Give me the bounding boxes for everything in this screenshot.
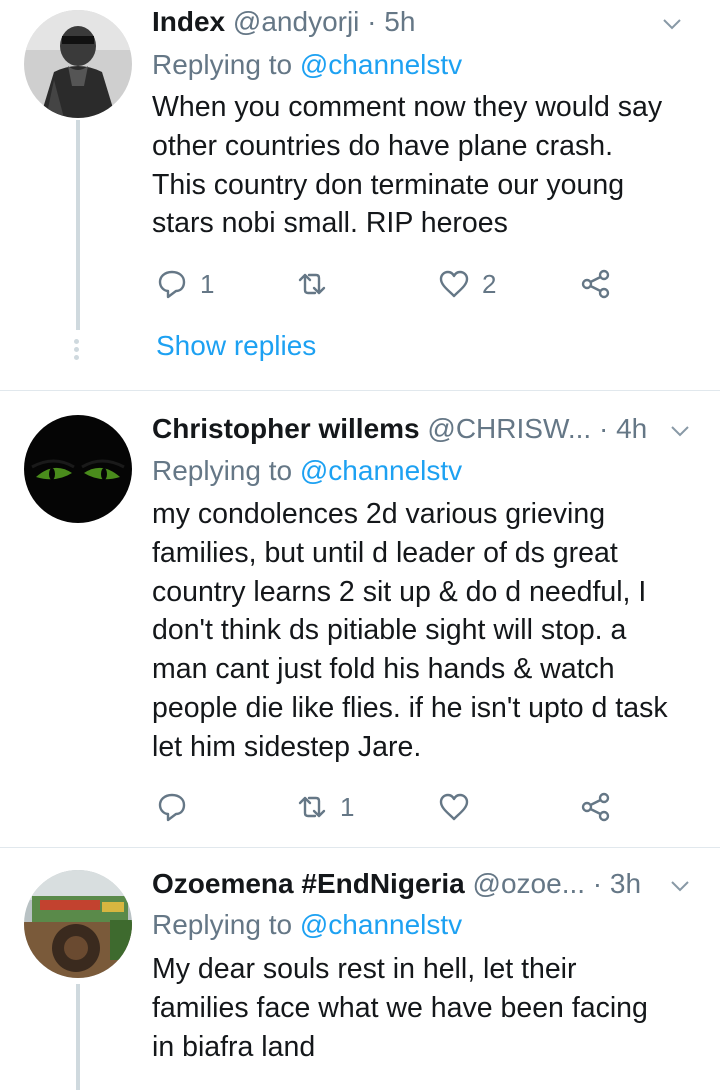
- tweet-header: Ozoemena #EndNigeria @ozoe... · 3h: [152, 864, 696, 904]
- display-name[interactable]: Ozoemena #EndNigeria: [152, 868, 465, 899]
- tweet-text-line: in biafra land: [152, 1030, 316, 1063]
- replying-to-label: Replying to: [152, 49, 300, 80]
- thread-line: [76, 120, 80, 330]
- tweet-text-line: families face what we have been facing: [152, 991, 648, 1024]
- username[interactable]: @ozoe...: [473, 868, 585, 899]
- tweet-text: My dear souls rest in hell, let their fa…: [152, 950, 702, 1066]
- tweet-text-line: my condolences 2d various grieving: [152, 498, 606, 530]
- avatar[interactable]: [24, 10, 132, 118]
- mention-link[interactable]: @channelstv: [300, 455, 462, 486]
- separator: ·: [591, 413, 617, 444]
- tweet-text-line: My dear souls rest in hell, let their: [152, 953, 577, 985]
- tweet-text-line: stars nobi small. RIP heroes: [152, 207, 508, 240]
- tweet-2[interactable]: Christopher willems @CHRISW... · 4h Repl…: [0, 391, 720, 847]
- like-button[interactable]: 2: [438, 264, 496, 304]
- tweet-text-line: other countries do have plane crash.: [152, 129, 614, 162]
- chevron-down-icon[interactable]: [670, 421, 690, 441]
- timestamp[interactable]: 3h: [610, 868, 641, 899]
- replying-to: Replying to @channelstv: [152, 906, 462, 944]
- tweet-text-line: let him sidestep Jare.: [152, 730, 422, 763]
- retweet-icon: [298, 273, 326, 295]
- tweet-text-line: country learns 2 sit up & do d needful, …: [152, 575, 647, 608]
- thread-more-dots: [74, 336, 79, 363]
- display-name[interactable]: Christopher willems: [152, 413, 420, 444]
- retweet-icon: [298, 796, 326, 818]
- tweet-text-line: man cant just fold his hands & watch: [152, 653, 615, 686]
- username[interactable]: @CHRISW...: [427, 413, 591, 444]
- separator: ·: [585, 868, 610, 899]
- action-bar: 1: [152, 787, 672, 827]
- replying-to-label: Replying to: [152, 455, 300, 486]
- chevron-down-icon[interactable]: [662, 14, 682, 34]
- replying-to-label: Replying to: [152, 909, 300, 940]
- replying-to: Replying to @channelstv: [152, 46, 462, 84]
- mention-link[interactable]: @channelstv: [300, 909, 462, 940]
- replying-to: Replying to @channelstv: [152, 452, 462, 490]
- timestamp[interactable]: 5h: [384, 6, 415, 37]
- mention-link[interactable]: @channelstv: [300, 49, 462, 80]
- reply-button[interactable]: 1: [156, 264, 214, 304]
- separator: ·: [359, 6, 385, 37]
- reply-button[interactable]: [156, 787, 200, 827]
- action-bar: 1 2: [152, 264, 672, 304]
- retweet-count: 1: [340, 791, 355, 822]
- display-name[interactable]: Index: [152, 6, 225, 37]
- tweet-text: my condolences 2d various grieving famil…: [152, 495, 702, 767]
- tweet-text-line: families, but until d leader of ds great: [152, 536, 618, 569]
- avatar[interactable]: [24, 415, 132, 523]
- avatar[interactable]: [24, 870, 132, 978]
- like-count: 2: [482, 268, 497, 299]
- tweet-text-line: people die like flies. if he isn't upto …: [152, 691, 668, 724]
- reply-count: 1: [200, 268, 215, 299]
- tweet-text-line: When you comment now they would say: [152, 91, 663, 123]
- share-button[interactable]: [580, 787, 612, 827]
- retweet-button[interactable]: [296, 264, 340, 304]
- tweet-text-line: This country don terminate our young: [152, 168, 625, 201]
- tweet-1[interactable]: Index @andyorji · 5h Replying to @channe…: [0, 0, 720, 390]
- show-replies-link[interactable]: Show replies: [156, 328, 316, 364]
- tweet-text-line: don't think ds pitiable sight will stop.…: [152, 614, 627, 647]
- retweet-button[interactable]: 1: [296, 787, 354, 827]
- tweet-3[interactable]: Ozoemena #EndNigeria @ozoe... · 3h Reply…: [0, 848, 720, 1090]
- tweet-header: Christopher willems @CHRISW... · 4h: [152, 409, 696, 449]
- timestamp[interactable]: 4h: [616, 413, 647, 444]
- tweet-text: When you comment now they would say othe…: [152, 88, 702, 243]
- like-icon: [439, 270, 469, 298]
- share-icon: [581, 269, 610, 299]
- chevron-down-icon[interactable]: [670, 876, 690, 896]
- share-icon: [581, 792, 610, 822]
- like-button[interactable]: [438, 787, 482, 827]
- share-button[interactable]: [580, 264, 612, 304]
- tweet-header: Index @andyorji · 5h: [152, 2, 696, 42]
- reply-icon: [158, 793, 186, 822]
- thread-line: [76, 984, 80, 1090]
- username[interactable]: @andyorji: [233, 6, 359, 37]
- reply-icon: [158, 270, 186, 299]
- like-icon: [439, 793, 469, 821]
